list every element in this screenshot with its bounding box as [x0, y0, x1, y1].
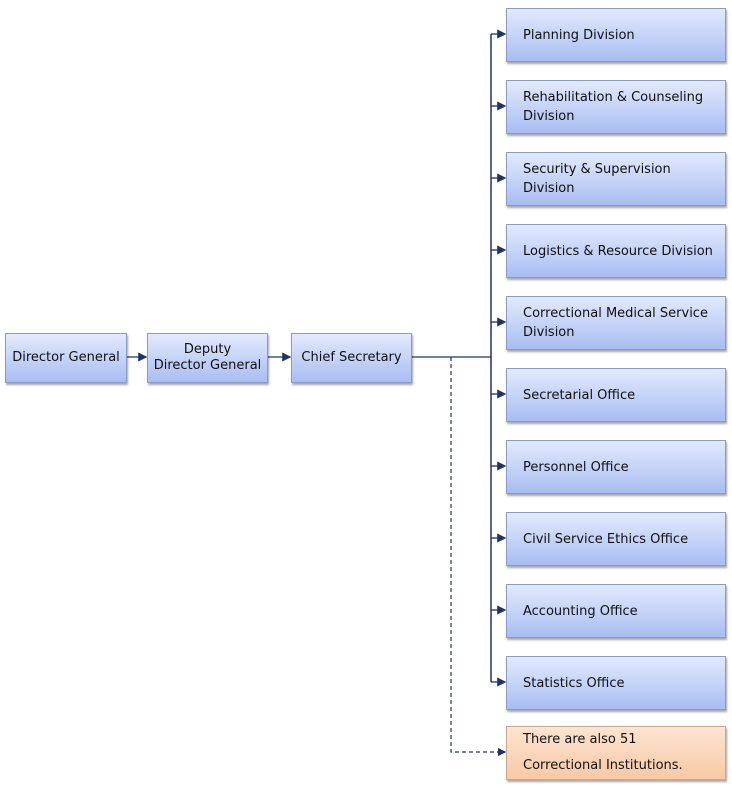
unit-box: Security & Supervision Division [506, 152, 726, 206]
unit-label-line2: Division [523, 109, 575, 124]
unit-box: Rehabilitation & Counseling Division [506, 80, 726, 134]
unit-box: Logistics & Resource Division [506, 224, 726, 278]
unit-label-line1: Logistics & Resource Division [523, 243, 713, 259]
unit-label-line1: Statistics Office [523, 675, 625, 691]
director-general-label: Director General [12, 350, 120, 365]
unit-label-line1: Secretarial Office [523, 387, 636, 403]
unit-label-line1: Security & Supervision [523, 162, 671, 177]
unit-box: Personnel Office [506, 440, 726, 494]
unit-label-line1: Correctional Medical Service [523, 306, 708, 321]
note-line2: Correctional Institutions. [523, 758, 683, 773]
unit-label-line1: Personnel Office [523, 459, 629, 475]
unit-label-line1: Rehabilitation & Counseling [523, 90, 704, 105]
unit-label-line1: Accounting Office [523, 603, 638, 619]
unit-box: Planning Division [506, 8, 726, 62]
deputy-label-line1: Deputy [183, 342, 232, 357]
dashed-connector-note [450, 357, 507, 757]
unit-box: Correctional Medical Service Division [506, 296, 726, 350]
chief-secretary-label: Chief Secretary [301, 350, 402, 365]
unit-box: Civil Service Ethics Office [506, 512, 726, 566]
deputy-label-line2: Director General [153, 358, 262, 373]
unit-label-line2: Division [523, 325, 575, 340]
unit-box: Secretarial Office [506, 368, 726, 422]
unit-box: Statistics Office [506, 656, 726, 710]
deputy-director-general-box: Deputy Director General [147, 333, 268, 383]
unit-label-line1: Planning Division [523, 27, 635, 43]
org-chart: Director General Deputy Director General… [0, 0, 732, 787]
institutions-note-box: There are also 51 Correctional Instituti… [506, 726, 726, 780]
unit-box: Accounting Office [506, 584, 726, 638]
unit-label-line2: Division [523, 181, 575, 196]
unit-label-line1: Civil Service Ethics Office [523, 531, 689, 547]
director-general-box: Director General [5, 333, 127, 383]
note-line1: There are also 51 [523, 732, 637, 747]
chief-secretary-box: Chief Secretary [291, 333, 412, 383]
